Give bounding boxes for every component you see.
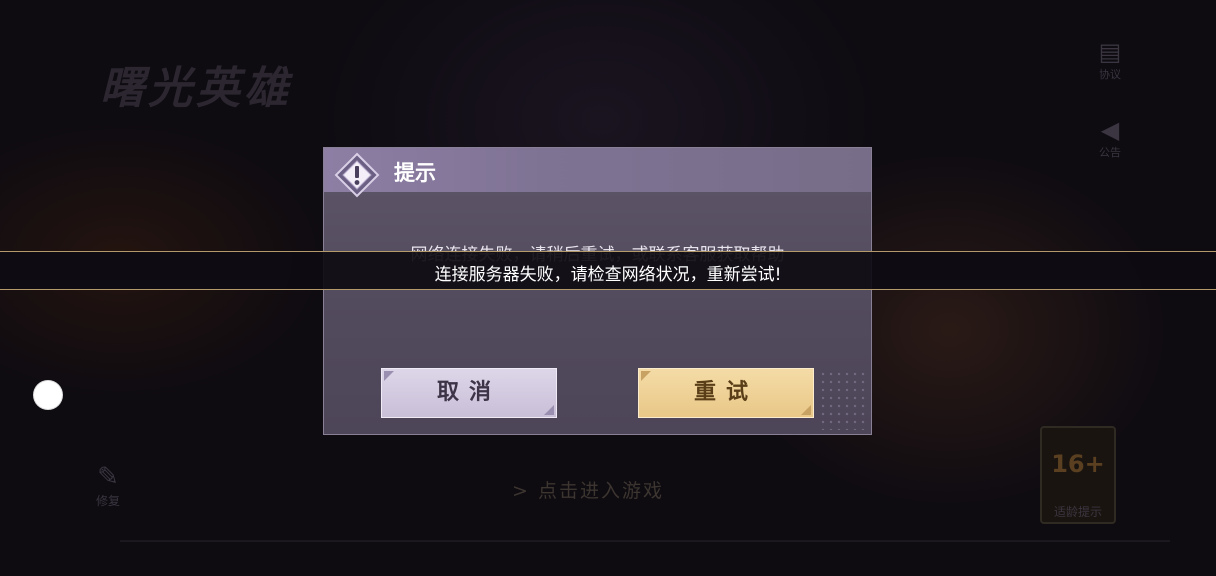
repair-button[interactable]: ✎ 修复 <box>86 462 130 509</box>
age-rating-number: 16+ <box>1051 450 1105 478</box>
error-toast: 连接服务器失败，请检查网络状况，重新尝试! <box>0 251 1216 290</box>
button-corner-decoration <box>641 371 651 381</box>
retry-button-label: 重试 <box>693 380 758 405</box>
retry-button[interactable]: 重试 <box>638 368 814 418</box>
dialog-title: 提示 <box>394 161 436 185</box>
announcement-label: 公告 <box>1099 146 1121 159</box>
repair-label: 修复 <box>95 494 120 508</box>
button-corner-decoration <box>544 405 554 415</box>
enter-game-hint[interactable]: > 点击进入游戏 <box>512 476 664 503</box>
wrench-icon: ✎ <box>97 462 119 492</box>
game-logo: 曙光英雄 <box>100 63 292 114</box>
button-corner-decoration <box>801 405 811 415</box>
age-rating-label: 适龄提示 <box>1053 505 1102 519</box>
cancel-button[interactable]: 取消 <box>381 368 557 418</box>
document-icon: ▤ <box>1098 38 1122 66</box>
toast-message: 连接服务器失败，请检查网络状况，重新尝试! <box>434 265 782 285</box>
cancel-button-label: 取消 <box>436 380 501 405</box>
alert-dialog: 提示 网络连接失败，请稍后重试，或联系客服获取帮助 取消 重试 <box>323 147 872 435</box>
age-rating-badge: 16+ 适龄提示 <box>1040 426 1116 524</box>
agreement-button[interactable]: ▤ 协议 <box>1090 38 1130 82</box>
announcement-button[interactable]: ◀ 公告 <box>1090 116 1130 160</box>
megaphone-icon: ◀ <box>1100 116 1120 144</box>
bottom-divider <box>120 540 1170 542</box>
warning-icon <box>334 152 380 198</box>
dialog-decoration <box>819 370 869 430</box>
button-corner-decoration <box>384 371 394 381</box>
agreement-label: 协议 <box>1099 68 1121 81</box>
floating-assistive-button[interactable] <box>34 381 62 409</box>
